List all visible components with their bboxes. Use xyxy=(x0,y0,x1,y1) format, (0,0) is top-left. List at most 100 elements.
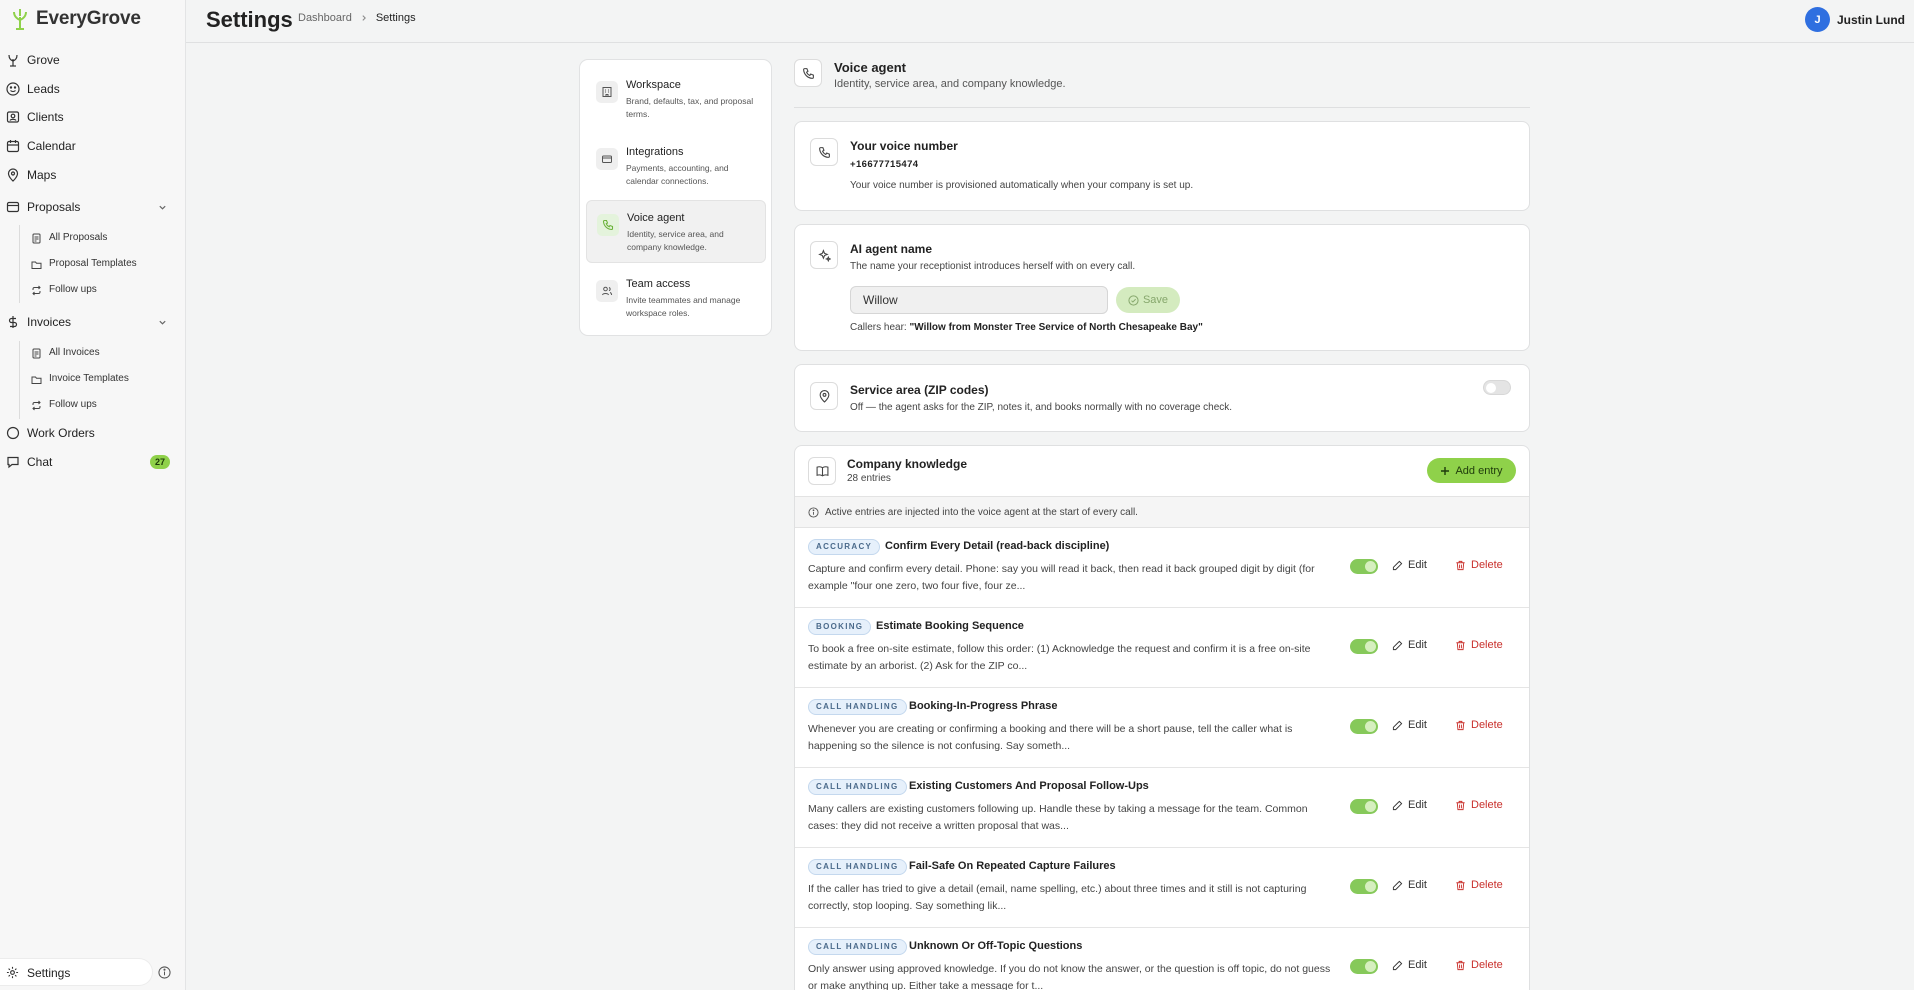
edit-button[interactable]: Edit xyxy=(1392,639,1427,651)
edit-button[interactable]: Edit xyxy=(1392,959,1427,971)
entry-body: If the caller has tried to give a detail… xyxy=(808,883,1307,912)
repeat-icon xyxy=(32,285,41,296)
entry-body: Only answer using approved knowledge. If… xyxy=(808,963,1331,990)
service-area-card: Service area (ZIP codes) Off — the agent… xyxy=(794,364,1530,432)
sidebar-item-calendar[interactable]: Calendar xyxy=(0,134,186,158)
edit-label: Edit xyxy=(1408,959,1427,971)
sidebar-item-work-orders[interactable]: Work Orders xyxy=(0,421,186,445)
category-tag: CALL HANDLING xyxy=(808,859,907,875)
sidebar-subitem-all-invoices[interactable]: All Invoices xyxy=(0,342,186,364)
company-knowledge-card: Company knowledge 28 entries Add entry A… xyxy=(794,445,1530,990)
entry-title: Confirm Every Detail (read-back discipli… xyxy=(885,540,1110,552)
sidebar-item-grove[interactable]: Grove xyxy=(0,48,186,72)
card-subtitle: Off — the agent asks for the ZIP, notes … xyxy=(850,402,1233,413)
card-title: Your voice number xyxy=(850,139,958,153)
check-circle-icon xyxy=(1128,294,1139,306)
sidebar-item-maps[interactable]: Maps xyxy=(0,163,186,187)
repeat-icon xyxy=(32,400,41,411)
sidebar-item-clients[interactable]: Clients xyxy=(0,105,186,129)
sidebar-item-proposals[interactable]: Proposals xyxy=(0,195,186,219)
sidebar-subitem-label: All Proposals xyxy=(49,232,108,243)
sidebar-item-label: Chat xyxy=(27,455,53,469)
entry-active-toggle[interactable] xyxy=(1350,959,1378,974)
entry-active-toggle[interactable] xyxy=(1350,799,1378,814)
sidebar-item-leads[interactable]: Leads xyxy=(0,77,186,101)
add-entry-label: Add entry xyxy=(1455,464,1503,477)
settings-nav-title: Integrations xyxy=(626,146,684,158)
settings-nav-team-access[interactable]: Team access Invite teammates and manage … xyxy=(586,267,766,330)
edit-button[interactable]: Edit xyxy=(1392,879,1427,891)
knowledge-info-bar: Active entries are injected into the voi… xyxy=(795,496,1529,528)
delete-button[interactable]: Delete xyxy=(1455,719,1503,731)
card-icon xyxy=(596,148,618,170)
settings-nav-integrations[interactable]: Integrations Payments, accounting, and c… xyxy=(586,135,766,198)
edit-button[interactable]: Edit xyxy=(1392,799,1427,811)
settings-nav-desc: Identity, service area, and company know… xyxy=(627,229,724,252)
sidebar-subitem-invoice-followups[interactable]: Follow ups xyxy=(0,394,186,416)
service-area-toggle[interactable] xyxy=(1483,380,1511,395)
trash-icon xyxy=(1456,800,1465,810)
sidebar-item-label: Work Orders xyxy=(27,426,95,440)
pencil-icon xyxy=(1392,560,1403,570)
sidebar-subitem-proposal-followups[interactable]: Follow ups xyxy=(0,279,186,301)
folder-icon xyxy=(31,376,42,384)
sidebar-item-invoices[interactable]: Invoices xyxy=(0,310,186,334)
delete-button[interactable]: Delete xyxy=(1455,639,1503,651)
book-icon xyxy=(808,457,836,485)
sidebar-item-chat[interactable]: Chat 27 xyxy=(0,450,186,474)
phone-icon xyxy=(597,214,619,236)
knowledge-entry: CALL HANDLING Fail-Safe On Repeated Captu… xyxy=(795,848,1529,928)
entry-active-toggle[interactable] xyxy=(1350,879,1378,894)
sidebar-subitem-label: Invoice Templates xyxy=(49,373,129,384)
chevron-down-icon[interactable] xyxy=(158,318,167,327)
voice-number: +16677715474 xyxy=(850,159,919,170)
entry-title: Booking-In-Progress Phrase xyxy=(909,700,1058,712)
category-tag: BOOKING xyxy=(808,619,872,635)
info-icon[interactable] xyxy=(158,966,171,979)
settings-nav-title: Team access xyxy=(626,278,691,290)
map-pin-icon xyxy=(810,382,838,410)
save-label: Save xyxy=(1142,294,1169,306)
delete-button[interactable]: Delete xyxy=(1455,879,1503,891)
section-title: Voice agent xyxy=(834,60,907,75)
edit-button[interactable]: Edit xyxy=(1392,719,1427,731)
sidebar-subitem-invoice-templates[interactable]: Invoice Templates xyxy=(0,368,186,390)
pencil-icon xyxy=(1392,640,1403,650)
user-menu[interactable]: J Justin Lund xyxy=(1805,7,1905,32)
entry-body: Whenever you are creating or confirming … xyxy=(808,723,1293,752)
delete-button[interactable]: Delete xyxy=(1455,799,1503,811)
user-name: Justin Lund xyxy=(1837,12,1905,27)
knowledge-entry: BOOKING Estimate Booking Sequence To book … xyxy=(795,608,1529,688)
entry-active-toggle[interactable] xyxy=(1350,639,1378,654)
delete-button[interactable]: Delete xyxy=(1455,559,1503,571)
settings-nav-workspace[interactable]: Workspace Brand, defaults, tax, and prop… xyxy=(586,68,766,131)
sidebar-item-label: Maps xyxy=(27,168,57,182)
contact-card-icon xyxy=(6,111,20,123)
folder-icon xyxy=(31,261,42,269)
edit-label: Edit xyxy=(1408,719,1427,731)
entry-active-toggle[interactable] xyxy=(1350,719,1378,734)
info-icon xyxy=(808,507,819,518)
category-tag: CALL HANDLING xyxy=(808,699,907,715)
chevron-down-icon[interactable] xyxy=(158,203,167,212)
sidebar-subitem-proposal-templates[interactable]: Proposal Templates xyxy=(0,253,186,275)
app-logo[interactable]: EveryGrove xyxy=(8,7,141,31)
sidebar-subitem-all-proposals[interactable]: All Proposals xyxy=(0,227,186,249)
entry-active-toggle[interactable] xyxy=(1350,559,1378,574)
settings-nav-desc: Brand, defaults, tax, and proposal terms… xyxy=(626,96,754,119)
edit-button[interactable]: Edit xyxy=(1392,559,1427,571)
breadcrumb-dashboard[interactable]: Dashboard xyxy=(298,12,352,24)
sidebar-item-settings[interactable]: Settings xyxy=(0,959,152,985)
agent-name-input[interactable] xyxy=(850,286,1108,314)
callers-prefix: Callers hear: xyxy=(850,322,907,333)
entry-title: Estimate Booking Sequence xyxy=(876,620,1024,632)
app-name: EveryGrove xyxy=(36,8,141,29)
breadcrumb: Dashboard Settings xyxy=(298,12,416,24)
category-tag: CALL HANDLING xyxy=(808,939,907,955)
sidebar-subitem-label: Proposal Templates xyxy=(49,258,137,269)
delete-button[interactable]: Delete xyxy=(1455,959,1503,971)
save-button[interactable]: Save xyxy=(1116,287,1180,313)
sidebar-subitem-label: Follow ups xyxy=(49,399,97,410)
settings-nav-voice-agent[interactable]: Voice agent Identity, service area, and … xyxy=(586,200,766,263)
add-entry-button[interactable]: Add entry xyxy=(1427,458,1516,483)
